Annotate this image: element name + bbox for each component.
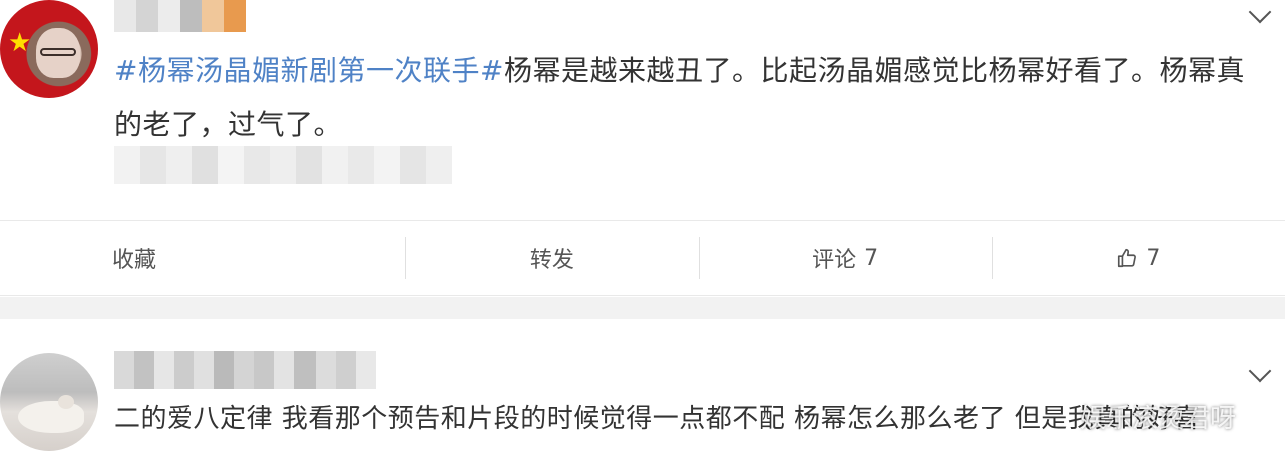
chevron-down-icon[interactable] bbox=[1248, 359, 1272, 383]
like-count: 7 bbox=[1146, 245, 1161, 271]
avatar-dog bbox=[18, 401, 84, 433]
comment-count: 7 bbox=[864, 245, 879, 271]
comment-text: 二的爱八定律 我看那个预告和片段的时候觉得一点都不配 杨幂怎么那么老了 但是我真… bbox=[114, 404, 1201, 434]
watermark: 娱乐滚烫君呀 bbox=[1080, 404, 1237, 434]
comment-label: 评论 bbox=[812, 248, 857, 273]
section-divider bbox=[0, 297, 1285, 319]
like-button[interactable]: 7 bbox=[991, 221, 1285, 295]
repost-button[interactable]: 转发 bbox=[405, 221, 698, 295]
avatar-glasses bbox=[40, 48, 76, 56]
commenter-avatar[interactable] bbox=[0, 353, 98, 451]
author-avatar[interactable]: ★ bbox=[0, 0, 98, 98]
post-action-bar: 收藏 转发 评论 7 7 bbox=[0, 220, 1285, 296]
favorite-label: 收藏 bbox=[112, 248, 157, 273]
chevron-down-icon[interactable] bbox=[1248, 0, 1272, 24]
comment-button[interactable]: 评论 7 bbox=[698, 221, 992, 295]
avatar-dog-ear bbox=[58, 395, 74, 409]
favorite-button[interactable]: 收藏 bbox=[0, 221, 405, 295]
comment-item: 二的爱八定律 我看那个预告和片段的时候觉得一点都不配 杨幂怎么那么老了 但是我真… bbox=[0, 319, 1285, 453]
thumbs-up-icon bbox=[1118, 248, 1137, 268]
author-name-blurred[interactable] bbox=[114, 0, 246, 32]
star-icon: ★ bbox=[8, 28, 32, 58]
commenter-name-blurred[interactable] bbox=[114, 351, 376, 389]
hashtag-link[interactable]: #杨幂汤晶媚新剧第一次联手# bbox=[114, 54, 504, 87]
post-body: #杨幂汤晶媚新剧第一次联手#杨幂是越来越丑了。比起汤晶媚感觉比杨幂好看了。杨幂真… bbox=[114, 44, 1254, 152]
repost-label: 转发 bbox=[529, 248, 574, 273]
post-meta-blurred bbox=[114, 146, 452, 184]
